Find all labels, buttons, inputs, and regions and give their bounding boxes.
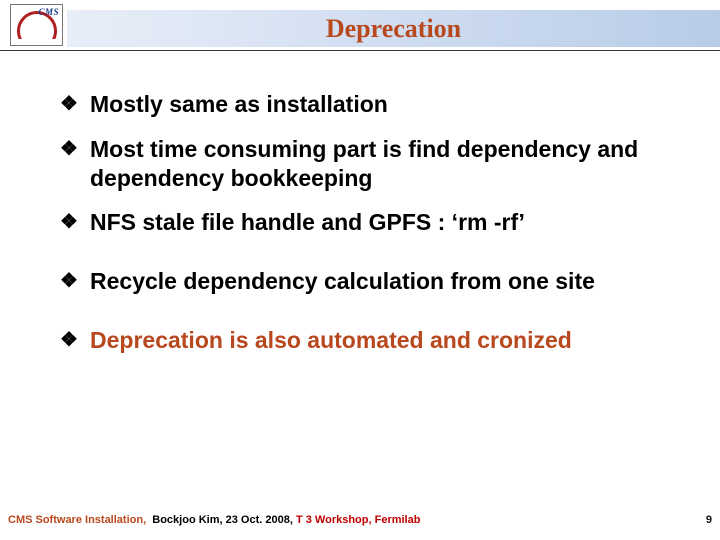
slide-title: Deprecation [326, 14, 461, 44]
slide-footer: CMS Software Installation, Bockjoo Kim, … [8, 514, 712, 526]
bullet-item: ❖ Mostly same as installation [60, 90, 680, 119]
spacer [60, 312, 680, 326]
bullet-item: ❖ Most time consuming part is find depen… [60, 135, 680, 193]
title-band: Deprecation [67, 10, 720, 47]
footer-part-2: Bockjoo Kim, [152, 514, 222, 526]
diamond-icon: ❖ [60, 208, 84, 236]
diamond-icon: ❖ [60, 135, 84, 163]
slide-content: ❖ Mostly same as installation ❖ Most tim… [60, 90, 680, 371]
page-number: 9 [706, 514, 712, 526]
diamond-icon: ❖ [60, 267, 84, 295]
bullet-text: Recycle dependency calculation from one … [90, 267, 595, 296]
bullet-item: ❖ Recycle dependency calculation from on… [60, 267, 680, 296]
bullet-text: Deprecation is also automated and croniz… [90, 326, 572, 355]
cms-logo: CMS [10, 4, 63, 46]
bullet-item: ❖ Deprecation is also automated and cron… [60, 326, 680, 355]
diamond-icon: ❖ [60, 90, 84, 118]
bullet-text: Most time consuming part is find depende… [90, 135, 680, 193]
bullet-item: ❖ NFS stale file handle and GPFS : ‘rm -… [60, 208, 680, 237]
logo-text: CMS [38, 7, 59, 17]
diamond-icon: ❖ [60, 326, 84, 354]
bullet-text: Mostly same as installation [90, 90, 388, 119]
bullet-text: NFS stale file handle and GPFS : ‘rm -rf… [90, 208, 525, 237]
spacer [60, 253, 680, 267]
footer-part-1: CMS Software Installation, [8, 514, 146, 526]
footer-part-4: T 3 Workshop, Fermilab [296, 514, 421, 526]
header-divider [0, 50, 720, 51]
footer-part-3: 23 Oct. 2008, [226, 514, 293, 526]
